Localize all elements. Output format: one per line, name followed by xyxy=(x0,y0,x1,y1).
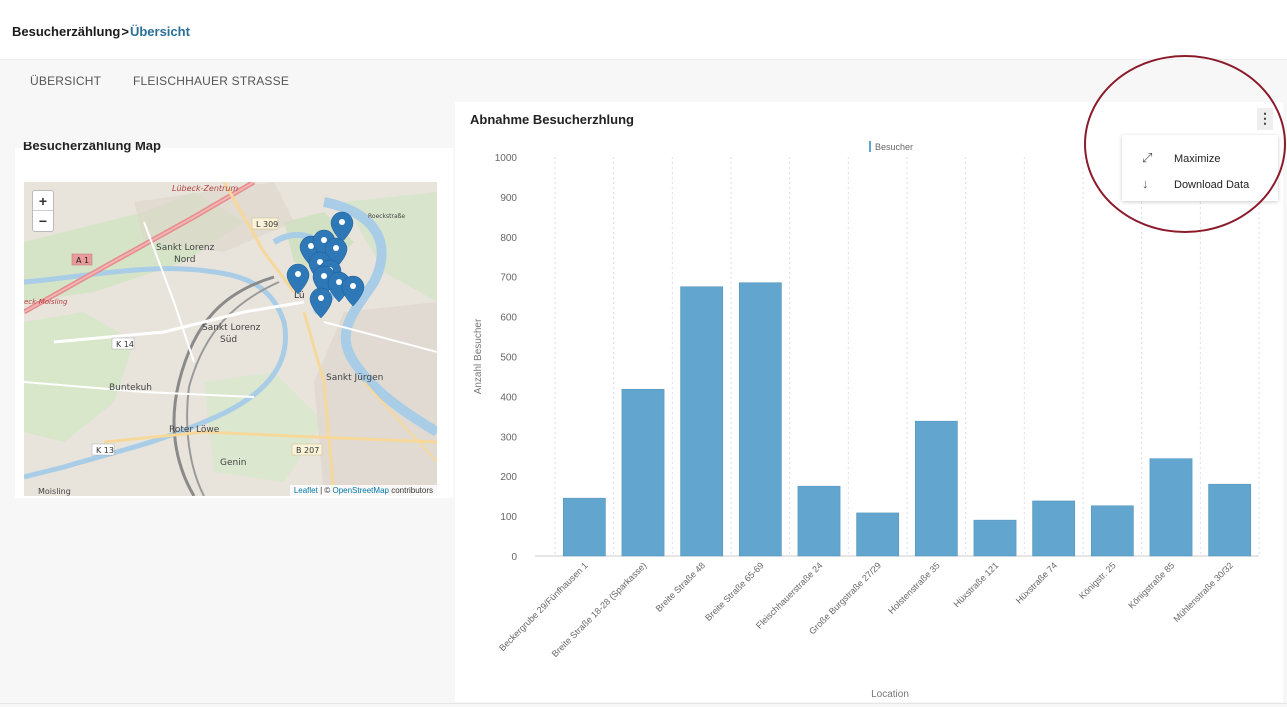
chart-options-menu: ⤢ Maximize ↓ Download Data xyxy=(1122,135,1278,201)
y-tick-label: 900 xyxy=(500,193,517,204)
bar xyxy=(1090,505,1134,557)
download-icon: ↓ xyxy=(1142,176,1149,191)
x-tick-label: Holstenstraße 35 xyxy=(886,560,942,616)
map-panel-title: Besucherzählung Map xyxy=(23,142,161,153)
map-zoom-control: + − xyxy=(32,190,54,232)
legend-label: Besucher xyxy=(875,142,913,152)
y-tick-label: 0 xyxy=(511,552,517,563)
map-label-b207: B 207 xyxy=(296,446,319,455)
map-label-a1: A 1 xyxy=(76,256,89,265)
map-label-roeckstrasse: Roeckstraße xyxy=(368,213,405,220)
x-tick-label: Breite Straße 18-28 (Sparkasse) xyxy=(550,560,649,659)
bar xyxy=(680,286,724,557)
breadcrumb: Besucherzählung>Übersicht xyxy=(12,24,190,39)
y-tick-label: 600 xyxy=(500,313,517,324)
x-tick-label: Mühlenstraße 30/32 xyxy=(1171,560,1235,624)
map[interactable]: Lübeck-Zentrum L 309 A 1 Sankt Lorenz No… xyxy=(24,182,437,496)
y-tick-label: 800 xyxy=(500,233,517,244)
map-label-sankt-lorenz-nord-2: Nord xyxy=(174,255,196,265)
leaflet-link[interactable]: Leaflet xyxy=(294,486,318,495)
bar xyxy=(914,420,958,557)
menu-item-download-data[interactable]: ↓ Download Data xyxy=(1122,172,1278,198)
breadcrumb-separator: > xyxy=(121,24,129,39)
map-label-sankt-lorenz-nord-1: Sankt Lorenz xyxy=(156,243,215,253)
x-tick-label: Breite Straße 65-69 xyxy=(703,560,766,623)
zoom-in-button[interactable]: + xyxy=(33,191,53,211)
bar xyxy=(738,282,782,557)
openstreetmap-link[interactable]: OpenStreetMap xyxy=(332,486,388,495)
y-tick-label: 1000 xyxy=(495,153,518,164)
maximize-icon: ⤢ xyxy=(1142,150,1153,165)
y-tick-label: 500 xyxy=(500,353,517,364)
x-tick-label: Königstraße 85 xyxy=(1126,560,1176,610)
x-axis-label: Location xyxy=(871,689,909,700)
map-label-sankt-jurgen: Sankt Jürgen xyxy=(326,373,383,383)
bar xyxy=(562,497,606,557)
y-tick-label: 400 xyxy=(500,392,517,403)
bar xyxy=(797,485,841,557)
menu-item-download-label: Download Data xyxy=(1174,179,1250,191)
map-attribution: Leaflet | © OpenStreetMap contributors xyxy=(289,485,437,496)
bar xyxy=(1149,458,1193,557)
bar xyxy=(973,519,1017,557)
legend-swatch xyxy=(869,141,871,152)
bar xyxy=(621,388,665,557)
bar xyxy=(1208,483,1252,557)
map-label-k13: K 13 xyxy=(96,446,114,455)
top-bar: Besucherzählung>Übersicht xyxy=(0,0,1287,60)
map-label-moisling-bottom: Moisling xyxy=(38,487,71,496)
y-tick-label: 700 xyxy=(500,273,517,284)
map-label-l309: L 309 xyxy=(256,220,278,229)
x-tick-label: Königstr. 25 xyxy=(1077,560,1118,601)
map-tiles: Lübeck-Zentrum L 309 A 1 Sankt Lorenz No… xyxy=(24,182,437,496)
y-tick-label: 100 xyxy=(500,512,517,523)
map-label-sankt-lorenz-sud-1: Sankt Lorenz xyxy=(202,323,261,333)
map-label-lubeck-zentrum: Lübeck-Zentrum xyxy=(172,184,238,193)
x-tick-label: Hüxstraße 74 xyxy=(1014,560,1059,605)
x-tick-label: Breite Straße 48 xyxy=(654,560,707,613)
tab-uebersicht[interactable]: ÜBERSICHT xyxy=(30,74,101,88)
breadcrumb-parent[interactable]: Besucherzählung xyxy=(12,24,120,39)
bar xyxy=(856,512,900,557)
tab-bar: ÜBERSICHT FLEISCHHAUER STRASSE xyxy=(0,60,1287,102)
menu-item-maximize[interactable]: ⤢ Maximize xyxy=(1122,146,1278,172)
zoom-out-button[interactable]: − xyxy=(33,211,53,231)
y-tick-label: 300 xyxy=(500,432,517,443)
x-tick-label: Fleischhauerstraße 24 xyxy=(754,560,824,630)
attribution-contributors: contributors xyxy=(388,486,433,495)
y-tick-label: 200 xyxy=(500,472,517,483)
tab-fleischhauer-strasse[interactable]: FLEISCHHAUER STRASSE xyxy=(133,74,289,88)
map-panel: Besucherzählung Map Lübeck-Zentrum L 309… xyxy=(15,142,453,498)
bar xyxy=(1032,500,1076,557)
bottom-divider xyxy=(0,703,1287,704)
map-label-sankt-lorenz-sud-2: Süd xyxy=(220,335,237,345)
map-label-genin: Genin xyxy=(220,458,246,468)
chart-title: Abnahme Besucherzhlung xyxy=(470,112,634,127)
map-label-k14: K 14 xyxy=(116,340,134,349)
more-options-icon[interactable]: ⋮ xyxy=(1257,108,1273,130)
map-label-roter-lowe: Roter Löwe xyxy=(169,425,220,435)
map-label-moisling: eck-Moisling xyxy=(24,298,68,306)
x-tick-label: Hüxstraße 121 xyxy=(952,560,1001,609)
bar-chart: 01002003004005006007008009001000Beckergr… xyxy=(473,141,1260,700)
y-axis-label: Anzahl Besucher xyxy=(473,318,484,394)
menu-item-maximize-label: Maximize xyxy=(1174,153,1221,165)
attribution-separator: | © xyxy=(317,486,333,495)
map-label-buntekuh: Buntekuh xyxy=(109,383,152,393)
breadcrumb-current[interactable]: Übersicht xyxy=(130,24,190,39)
